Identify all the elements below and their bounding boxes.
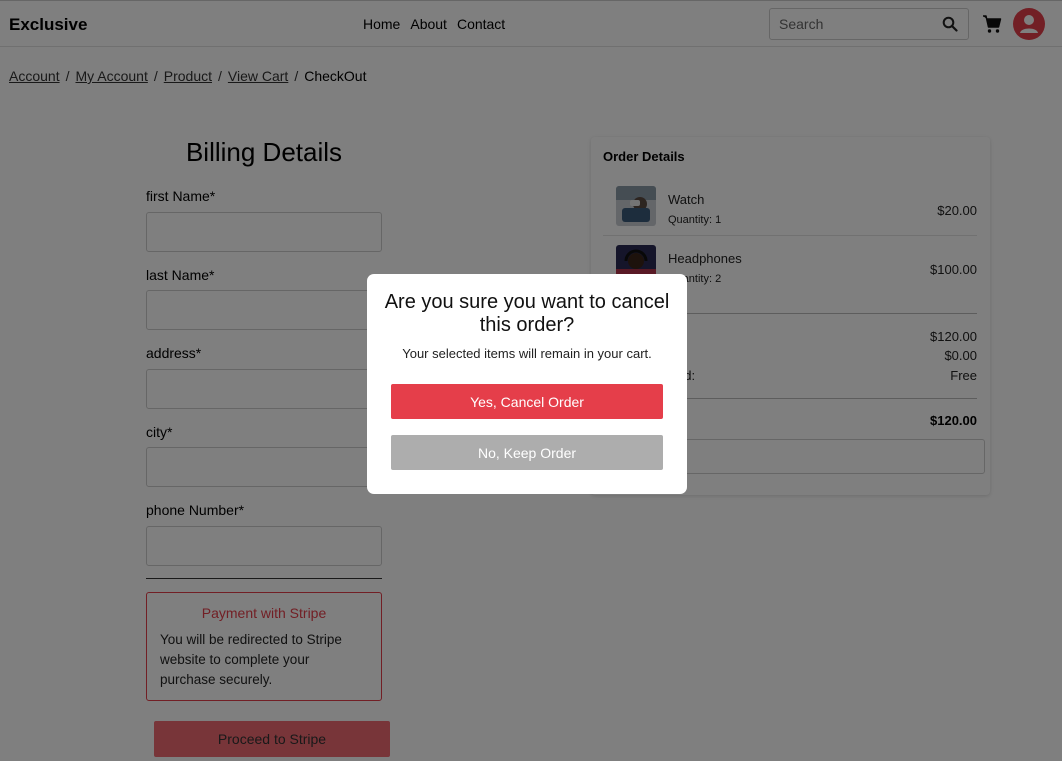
- dialog-message: Your selected items will remain in your …: [402, 346, 652, 361]
- keep-order-button[interactable]: No, Keep Order: [391, 435, 663, 470]
- dialog-title: Are you sure you want to cancel this ord…: [384, 291, 670, 336]
- confirm-cancel-button[interactable]: Yes, Cancel Order: [391, 384, 663, 419]
- cancel-order-dialog: Are you sure you want to cancel this ord…: [367, 274, 687, 494]
